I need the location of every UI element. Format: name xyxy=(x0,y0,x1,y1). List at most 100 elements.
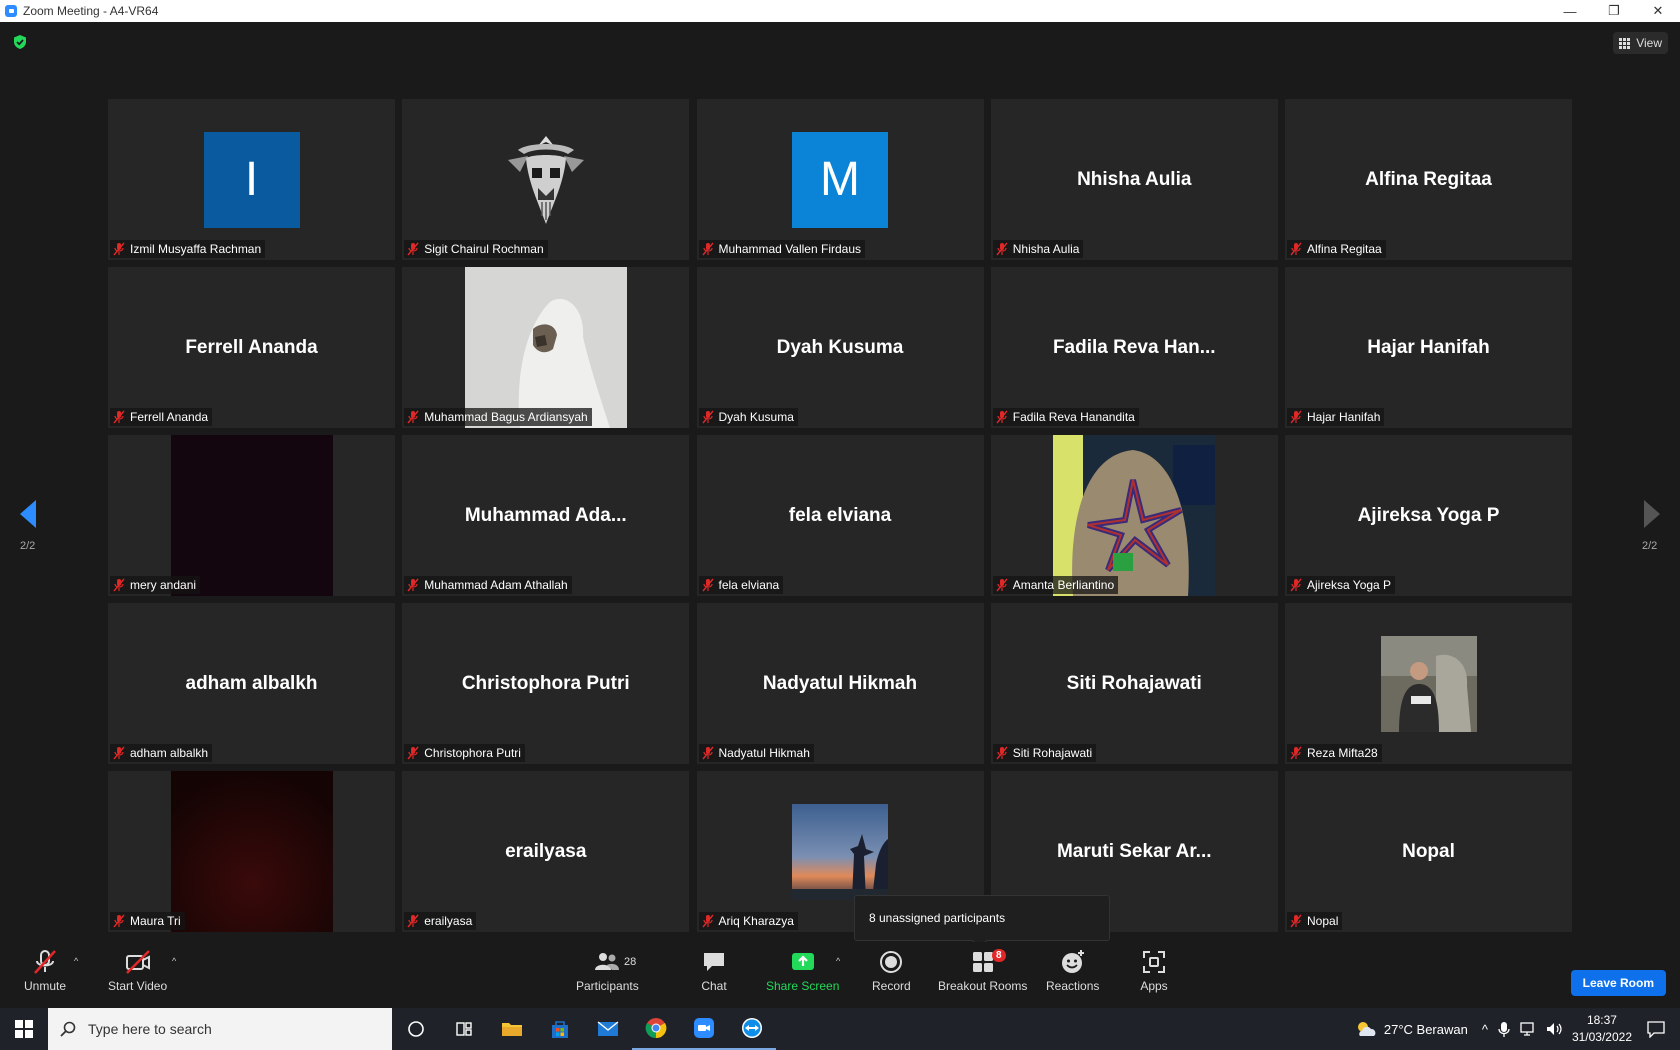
participant-tile[interactable]: Hajar Hanifah Hajar Hanifah xyxy=(1285,267,1572,428)
chrome-button[interactable] xyxy=(632,1008,680,1050)
network-icon[interactable] xyxy=(1520,1021,1538,1037)
participants-label: Participants xyxy=(576,979,639,993)
close-button[interactable]: ✕ xyxy=(1636,0,1680,22)
start-video-button[interactable]: Start Video xyxy=(108,948,167,993)
participant-tile[interactable]: mery andani xyxy=(108,435,395,596)
share-screen-button[interactable]: Share Screen xyxy=(766,948,839,993)
participant-tile[interactable]: Christophora Putri Christophora Putri xyxy=(402,603,690,764)
microphone-muted-icon xyxy=(407,242,419,256)
participant-name: fela elviana xyxy=(718,578,780,592)
store-button[interactable] xyxy=(536,1008,584,1050)
participant-tile[interactable]: Siti Rohajawati Siti Rohajawati xyxy=(990,603,1278,764)
participant-tile[interactable]: Nhisha Aulia Nhisha Aulia xyxy=(990,99,1278,260)
task-view-button[interactable] xyxy=(440,1008,488,1050)
participant-tile[interactable]: Muhammad Bagus Ardiansyah xyxy=(402,267,690,428)
meeting-toolbar: Unmute ^ Start Video ^ Participants 28 C… xyxy=(0,942,1680,1008)
apps-button[interactable]: Apps xyxy=(1140,948,1168,993)
notifications-icon[interactable] xyxy=(1646,1020,1666,1038)
reactions-button[interactable]: Reactions xyxy=(1046,948,1099,993)
participant-name-tag: Izmil Musyaffa Rachman xyxy=(110,240,266,258)
next-page-arrow-icon[interactable] xyxy=(1642,500,1662,528)
participant-tile[interactable]: erailyasa erailyasa xyxy=(402,771,690,932)
mail-button[interactable] xyxy=(584,1008,632,1050)
chat-button[interactable]: Chat xyxy=(700,948,728,993)
audio-options-caret-icon[interactable]: ^ xyxy=(74,956,78,966)
participant-name-tag: Muhammad Adam Athallah xyxy=(404,576,572,594)
microphone-muted-icon xyxy=(996,578,1008,592)
system-tray: 27°C Berawan ^ 18:37 31/03/2022 xyxy=(1354,1008,1680,1050)
participant-tile[interactable]: fela elviana fela elviana xyxy=(696,435,984,596)
participant-display-name: Dyah Kusuma xyxy=(776,336,904,358)
participant-tile[interactable]: Muhammad Ada... Muhammad Adam Athallah xyxy=(402,435,690,596)
share-options-caret-icon[interactable]: ^ xyxy=(836,956,840,966)
file-explorer-button[interactable] xyxy=(488,1008,536,1050)
participant-display-name: Nopal xyxy=(1402,840,1455,862)
participant-display-name: erailyasa xyxy=(505,840,587,862)
minimize-button[interactable]: — xyxy=(1548,0,1592,22)
store-bag-icon xyxy=(552,1021,568,1038)
video-camera-muted-icon xyxy=(125,950,150,974)
breakout-rooms-button[interactable]: Breakout Rooms xyxy=(938,948,1027,993)
zoom-taskbar-button[interactable] xyxy=(680,1008,728,1050)
participant-tile[interactable]: Sigit Chairul Rochman xyxy=(402,99,690,260)
participant-name-tag: Fadila Reva Hanandita xyxy=(992,408,1139,426)
participant-name-tag: fela elviana xyxy=(698,576,784,594)
participant-tile[interactable]: I Izmil Musyaffa Rachman xyxy=(108,99,395,260)
view-button[interactable]: View xyxy=(1613,32,1668,54)
microphone-tray-icon[interactable] xyxy=(1498,1021,1510,1037)
participant-tile[interactable]: Reza Mifta28 xyxy=(1285,603,1572,764)
participant-tile[interactable]: Fadila Reva Han... Fadila Reva Hanandita xyxy=(990,267,1278,428)
taskbar-search-box[interactable]: Type here to search xyxy=(48,1008,392,1050)
weather-text[interactable]: 27°C Berawan xyxy=(1384,1022,1468,1037)
taskbar-clock[interactable]: 18:37 31/03/2022 xyxy=(1572,1012,1632,1046)
microphone-muted-icon xyxy=(701,914,714,928)
security-shield-icon[interactable] xyxy=(12,34,28,50)
participant-tile[interactable]: M Muhammad Vallen Firdaus xyxy=(696,99,984,260)
unmute-button[interactable]: Unmute xyxy=(24,948,66,993)
task-view-icon xyxy=(456,1022,472,1036)
participant-tile[interactable]: Maura Tri xyxy=(108,771,395,932)
participant-name: adham albalkh xyxy=(130,746,209,760)
show-hidden-icons-chevron-icon[interactable]: ^ xyxy=(1482,1022,1488,1037)
participants-button[interactable]: Participants xyxy=(576,948,639,993)
participant-name: mery andani xyxy=(130,578,197,592)
view-label: View xyxy=(1636,36,1662,50)
participant-name: Hajar Hanifah xyxy=(1307,410,1381,424)
microphone-muted-icon xyxy=(1290,746,1302,760)
participant-avatar-image xyxy=(1380,635,1477,732)
video-options-caret-icon[interactable]: ^ xyxy=(172,956,176,966)
zoom-app-icon xyxy=(5,5,17,17)
folder-icon xyxy=(502,1023,522,1036)
participant-tile[interactable]: Nopal Nopal xyxy=(1285,771,1572,932)
previous-page-arrow-icon[interactable] xyxy=(18,500,38,528)
participant-name: Nopal xyxy=(1307,914,1339,928)
participant-tile[interactable]: Alfina Regitaa Alfina Regitaa xyxy=(1285,99,1572,260)
start-button[interactable] xyxy=(0,1008,48,1050)
participant-name-tag: Ariq Kharazya xyxy=(698,912,798,930)
record-button[interactable]: Record xyxy=(872,948,911,993)
participant-tile[interactable]: Dyah Kusuma Dyah Kusuma xyxy=(696,267,984,428)
participant-tile[interactable]: Nadyatul Hikmah Nadyatul Hikmah xyxy=(696,603,984,764)
leave-room-button[interactable]: Leave Room xyxy=(1570,970,1666,996)
participant-name: Nadyatul Hikmah xyxy=(718,746,810,760)
volume-icon[interactable] xyxy=(1546,1021,1564,1037)
clock-time: 18:37 xyxy=(1586,1013,1617,1027)
participant-name-tag: erailyasa xyxy=(404,912,477,930)
participant-tile[interactable]: Amanta Berliantino xyxy=(990,435,1278,596)
participant-tile[interactable]: Ajireksa Yoga P Ajireksa Yoga P xyxy=(1285,435,1572,596)
participant-name-tag: Sigit Chairul Rochman xyxy=(404,240,548,258)
cortana-button[interactable] xyxy=(392,1008,440,1050)
restore-button[interactable]: ❐ xyxy=(1592,0,1636,22)
participant-name-tag: adham albalkh xyxy=(110,744,213,762)
microphone-muted-icon xyxy=(701,578,714,592)
participant-name-tag: Nadyatul Hikmah xyxy=(698,744,814,762)
participant-name: Nhisha Aulia xyxy=(1012,242,1080,256)
participant-name-tag: Reza Mifta28 xyxy=(1287,744,1382,762)
microphone-muted-icon xyxy=(701,410,714,424)
participant-tile[interactable]: adham albalkh adham albalkh xyxy=(108,603,395,764)
participant-name-tag: Nopal xyxy=(1287,912,1343,930)
participant-initial-avatar: M xyxy=(792,131,888,228)
unmute-label: Unmute xyxy=(24,979,67,993)
participant-tile[interactable]: Ferrell Ananda Ferrell Ananda xyxy=(108,267,395,428)
teamviewer-button[interactable] xyxy=(728,1008,776,1050)
